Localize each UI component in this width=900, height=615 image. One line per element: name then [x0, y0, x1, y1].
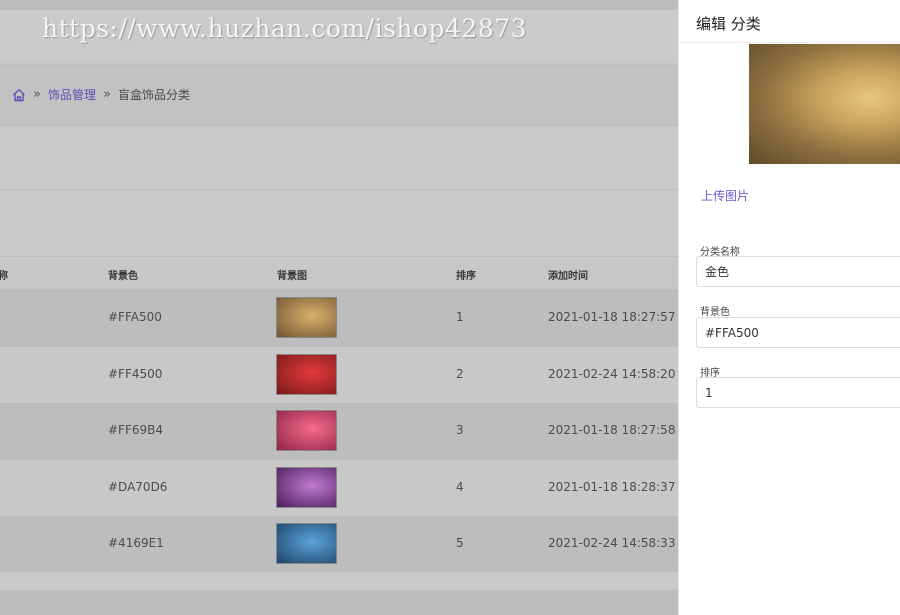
column-header-bg-image: 背景图	[277, 271, 307, 282]
cell-sort: 2	[456, 366, 464, 381]
cell-bg-color: #DA70D6	[108, 479, 168, 494]
toolbar-card	[0, 193, 678, 257]
table-row[interactable]: #FF4500 2 2021-02-24 14:58:20	[0, 346, 678, 403]
cell-bg-color: #4169E1	[108, 536, 164, 550]
sort-input[interactable]	[696, 377, 900, 408]
breadcrumb-current: 盲盒饰品分类	[117, 88, 190, 102]
table-header: 名称 背景色 背景图 排序 添加时间	[0, 258, 678, 290]
page-footer	[0, 590, 678, 615]
table-row[interactable]: #FFA500 1 2021-01-18 18:27:57	[0, 290, 678, 347]
table-row[interactable]: #DA70D6 4 2021-01-18 18:28:37	[0, 459, 678, 516]
upload-image-button[interactable]: 上传图片	[701, 187, 749, 204]
cell-sort: 4	[456, 479, 464, 494]
table-row[interactable]: #4169E1 5 2021-02-24 14:58:33	[0, 516, 678, 573]
cell-sort: 5	[456, 536, 464, 550]
background-page: https://www.huzhan.com/ishop42873 » 饰品管理…	[0, 0, 678, 615]
cell-added-time: 2021-01-18 18:27:57	[548, 310, 676, 324]
cell-added-time: 2021-01-18 18:28:37	[548, 479, 676, 494]
drawer-title: 编辑 分类	[696, 15, 761, 33]
cell-added-time: 2021-02-24 14:58:33	[548, 536, 676, 550]
cell-bg-image	[276, 353, 337, 395]
top-navbar	[0, 0, 678, 10]
cell-added-time: 2021-01-18 18:27:58	[548, 423, 676, 437]
cell-sort: 1	[456, 310, 464, 324]
column-header-name: 名称	[0, 271, 8, 282]
cell-bg-image	[276, 410, 337, 451]
cell-sort: 3	[456, 423, 464, 437]
cell-bg-color: #FFA500	[108, 310, 162, 324]
cell-bg-color: #FF69B4	[108, 423, 163, 437]
cell-added-time: 2021-02-24 14:58:20	[548, 366, 676, 381]
table-footer	[0, 572, 678, 590]
drawer-divider	[679, 42, 900, 43]
category-table: 名称 背景色 背景图 排序 添加时间 #FFA500 1 2021-01-18 …	[0, 258, 678, 573]
cell-bg-image	[276, 297, 337, 338]
watermark-text: https://www.huzhan.com/ishop42873	[42, 14, 528, 43]
cell-bg-color: #FF4500	[108, 366, 163, 381]
cell-bg-image	[276, 523, 337, 564]
cell-bg-image	[276, 466, 337, 508]
breadcrumb-separator-icon: »	[102, 87, 111, 102]
breadcrumb-separator-icon: »	[33, 87, 41, 102]
breadcrumb-link-parent[interactable]: 饰品管理	[48, 86, 96, 103]
category-name-input[interactable]	[696, 256, 900, 287]
bg-color-label: 背景色	[700, 307, 730, 318]
table-row[interactable]: #FF69B4 3 2021-01-18 18:27:58	[0, 403, 678, 460]
bg-color-input[interactable]	[696, 317, 900, 348]
filter-card	[0, 130, 678, 190]
breadcrumb: » 饰品管理 » 盲盒饰品分类	[12, 86, 190, 103]
column-header-added-time: 添加时间	[548, 271, 588, 282]
edit-drawer: 编辑 分类 上传图片 分类名称 背景色 排序	[678, 0, 900, 615]
home-icon[interactable]	[12, 88, 26, 102]
background-image-preview	[749, 44, 900, 164]
column-header-sort: 排序	[456, 271, 476, 282]
column-header-bg-color: 背景色	[108, 271, 138, 282]
